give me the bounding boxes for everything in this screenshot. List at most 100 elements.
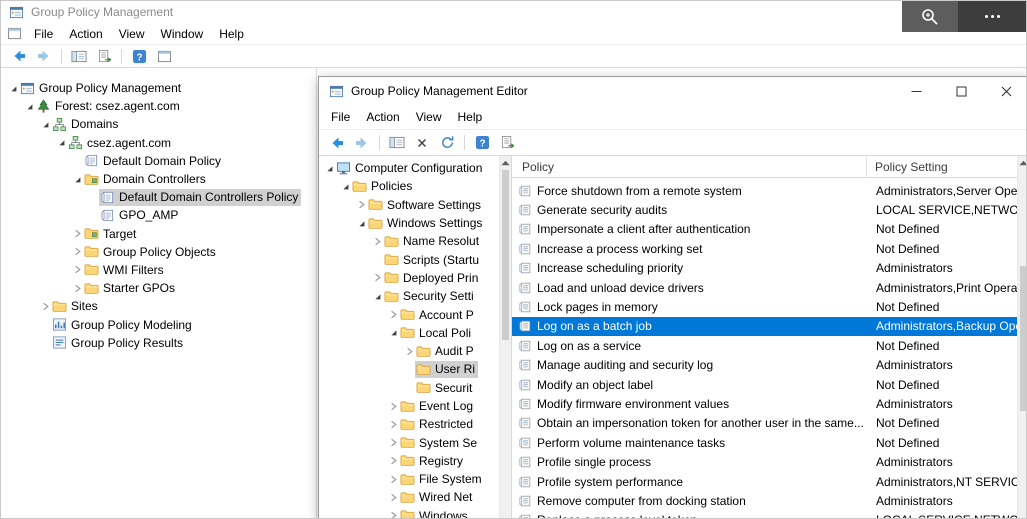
policy-row-manage-auditing-and-security-log[interactable]: Manage auditing and security logAdminist… [512,356,1017,375]
gpm-tree-item-domain-controllers[interactable]: Domain Controllers [1,170,316,188]
chevron-right-icon[interactable] [71,229,83,238]
gpme-tree-item-restricted[interactable]: Restricted [319,415,511,433]
policy-row-obtain-an-impersonation-token-for-another-user-i[interactable]: Obtain an impersonation token for anothe… [512,414,1017,433]
gpm-tree-item-gpo-amp[interactable]: GPO_AMP [1,206,316,224]
policy-row-profile-system-performance[interactable]: Profile system performanceAdministrators… [512,472,1017,491]
chevron-right-icon[interactable] [371,237,383,246]
gpme-tree-item-registry[interactable]: Registry [319,452,511,470]
policy-row-increase-a-process-working-set[interactable]: Increase a process working setNot Define… [512,239,1017,258]
chevron-down-icon[interactable] [7,84,19,93]
chevron-down-icon[interactable] [323,164,335,173]
scroll-up-button[interactable] [500,156,511,169]
gpme-tree-item-software-settings[interactable]: Software Settings [319,196,511,214]
main-menu-file[interactable]: File [26,25,61,43]
chevron-right-icon[interactable] [403,347,415,356]
forward-arrow-button[interactable] [351,133,373,153]
chevron-right-icon[interactable] [39,302,51,311]
policy-row-profile-single-process[interactable]: Profile single processAdministrators [512,452,1017,471]
policy-row-impersonate-a-client-after-authentication[interactable]: Impersonate a client after authenticatio… [512,220,1017,239]
editor-menu-file[interactable]: File [323,108,358,126]
main-menu-window[interactable]: Window [153,25,212,43]
console-tree-button[interactable] [386,133,408,153]
back-arrow-button[interactable] [326,133,348,153]
policy-row-force-shutdown-from-a-remote-system[interactable]: Force shutdown from a remote systemAdmin… [512,181,1017,200]
gpme-tree-item-policies[interactable]: Policies [319,177,511,195]
gpme-tree-item-user-ri[interactable]: User Ri [319,360,511,378]
gpme-tree-item-account-p[interactable]: Account P [319,305,511,323]
policy-row-increase-scheduling-priority[interactable]: Increase scheduling priorityAdministrato… [512,259,1017,278]
export-list-button[interactable] [93,46,115,66]
policy-row-modify-an-object-label[interactable]: Modify an object labelNot Defined [512,375,1017,394]
editor-menu-action[interactable]: Action [358,108,407,126]
chevron-right-icon[interactable] [371,273,383,282]
chevron-right-icon[interactable] [71,247,83,256]
gpm-tree-item-domains[interactable]: Domains [1,115,316,133]
gpme-tree-item-security-setti[interactable]: Security Setti [319,287,511,305]
chevron-right-icon[interactable] [387,475,399,484]
policy-row-load-and-unload-device-drivers[interactable]: Load and unload device driversAdministra… [512,278,1017,297]
policy-row-generate-security-audits[interactable]: Generate security auditsLOCAL SERVICE,NE… [512,200,1017,219]
zoom-button[interactable] [902,1,958,32]
window-button[interactable] [153,46,175,66]
policy-row-remove-computer-from-docking-station[interactable]: Remove computer from docking stationAdmi… [512,491,1017,510]
chevron-right-icon[interactable] [355,200,367,209]
refresh-button[interactable] [436,133,458,153]
column-header-policy-setting[interactable]: Policy Setting [867,156,1017,177]
close-button[interactable] [984,77,1027,105]
chevron-down-icon[interactable] [371,292,383,301]
chevron-down-icon[interactable] [387,328,399,337]
gpme-tree-item-securit[interactable]: Securit [319,379,511,397]
gpme-tree-item-audit-p[interactable]: Audit P [319,342,511,360]
gpm-tree-item-group-policy-results[interactable]: Group Policy Results [1,334,316,352]
chevron-right-icon[interactable] [387,493,399,502]
gpm-tree-item-starter-gpos[interactable]: Starter GPOs [1,279,316,297]
policy-row-log-on-as-a-batch-job[interactable]: Log on as a batch jobAdministrators,Back… [512,317,1017,336]
gpm-tree-item-group-policy-objects[interactable]: Group Policy Objects [1,243,316,261]
main-menu-help[interactable]: Help [211,25,252,43]
gpm-tree-item-default-domain-controllers-policy[interactable]: Default Domain Controllers Policy [1,188,316,206]
chevron-right-icon[interactable] [387,456,399,465]
tree-scrollbar[interactable] [499,156,511,519]
gpme-tree-item-event-log[interactable]: Event Log [319,397,511,415]
help-button[interactable]: ? [471,133,493,153]
chevron-right-icon[interactable] [71,265,83,274]
gpm-tree-item-csez-agent-com[interactable]: csez.agent.com [1,134,316,152]
forward-arrow-button[interactable] [33,46,55,66]
chevron-right-icon[interactable] [71,284,83,293]
gpme-tree-item-wired-net[interactable]: Wired Net [319,488,511,506]
main-menu-view[interactable]: View [111,25,153,43]
gpme-tree-item-file-system[interactable]: File System [319,470,511,488]
chevron-right-icon[interactable] [387,420,399,429]
console-window-icon[interactable] [7,26,22,41]
gpme-tree-item-name-resolut[interactable]: Name Resolut [319,232,511,250]
policy-row-perform-volume-maintenance-tasks[interactable]: Perform volume maintenance tasksNot Defi… [512,433,1017,452]
gpm-tree-item-wmi-filters[interactable]: WMI Filters [1,261,316,279]
chevron-right-icon[interactable] [387,438,399,447]
gpm-tree-item-sites[interactable]: Sites [1,297,316,315]
chevron-down-icon[interactable] [339,182,351,191]
policy-row-modify-firmware-environment-values[interactable]: Modify firmware environment valuesAdmini… [512,394,1017,413]
chevron-right-icon[interactable] [387,402,399,411]
policy-row-log-on-as-a-service[interactable]: Log on as a serviceNot Defined [512,336,1017,355]
policy-row-lock-pages-in-memory[interactable]: Lock pages in memoryNot Defined [512,297,1017,316]
export-list-button[interactable] [496,133,518,153]
chevron-down-icon[interactable] [355,219,367,228]
scroll-up-button[interactable] [1018,156,1027,169]
console-tree-button[interactable] [68,46,90,66]
gpme-tree-item-windows-settings[interactable]: Windows Settings [319,214,511,232]
back-arrow-button[interactable] [8,46,30,66]
gpme-tree-item-windows[interactable]: Windows [319,507,511,519]
maximize-button[interactable] [939,77,984,105]
gpm-tree-item-target[interactable]: Target [1,225,316,243]
editor-menu-view[interactable]: View [408,108,450,126]
list-scrollbar[interactable] [1017,156,1027,519]
scrollbar-thumb[interactable] [502,170,509,340]
editor-menu-help[interactable]: Help [450,108,491,126]
chevron-right-icon[interactable] [387,511,399,519]
more-options-button[interactable] [958,1,1026,32]
gpm-tree-item-group-policy-modeling[interactable]: Group Policy Modeling [1,315,316,333]
help-button[interactable]: ? [128,46,150,66]
gpme-tree-item-scripts-startu[interactable]: Scripts (Startu [319,250,511,268]
gpm-tree-item-default-domain-policy[interactable]: Default Domain Policy [1,152,316,170]
gpme-tree-item-local-poli[interactable]: Local Poli [319,324,511,342]
